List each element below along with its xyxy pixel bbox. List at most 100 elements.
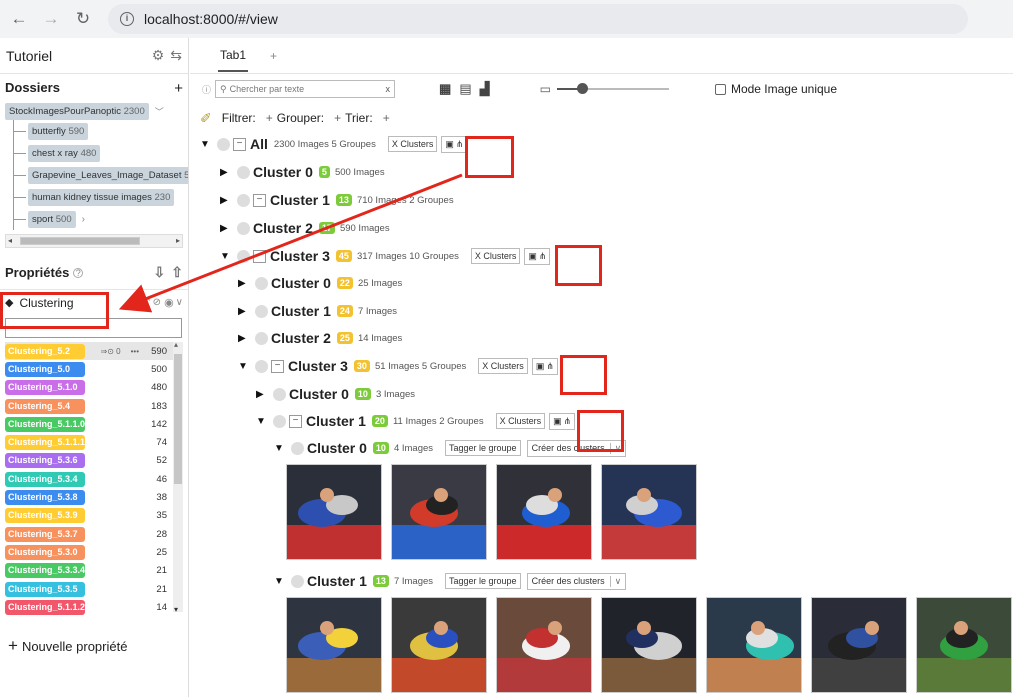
group-row[interactable]: ▼ − Cluster 3 45 317 Images 10 Groupes X Clus…: [220, 244, 551, 268]
folder-item-grapevine[interactable]: Grapevine_Leaves_Image_Dataset 5: [14, 164, 188, 186]
collapse-icon[interactable]: ▼: [256, 416, 270, 427]
scrollbar-thumb[interactable]: [20, 237, 140, 245]
property-value-item[interactable]: Clustering_5.1.1.1 74: [5, 433, 183, 451]
x-clusters-button[interactable]: X Clusters: [387, 136, 438, 152]
property-value-item[interactable]: Clustering_5.3.3.4 21: [5, 562, 183, 580]
address-bar[interactable]: i localhost:8000/#/view: [108, 4, 968, 34]
root-folder[interactable]: StockImagesPourPanoptic 2300: [5, 103, 149, 120]
expand-icon[interactable]: ▶: [220, 195, 234, 206]
property-value-item[interactable]: Clustering_5.3.7 28: [5, 525, 183, 543]
values-scrollbar-thumb[interactable]: [174, 354, 182, 484]
clear-search-icon[interactable]: x: [386, 84, 391, 94]
create-clusters-dropdown[interactable]: Créer des clusters ∨: [526, 572, 627, 590]
property-value-item[interactable]: Clustering_5.3.9 35: [5, 507, 183, 525]
expand-icon[interactable]: ▶: [220, 223, 234, 234]
add-group-button[interactable]: +: [334, 111, 341, 125]
collapse-group-icon[interactable]: −: [233, 137, 246, 151]
scroll-right-icon[interactable]: ▸: [176, 236, 180, 245]
image-size-slider[interactable]: ▭: [540, 82, 669, 96]
folder-item-butterfly[interactable]: butterfly 590: [14, 120, 188, 142]
property-value-item[interactable]: Clustering_5.2 ⇒⊙ 0 ••• 590: [5, 342, 183, 361]
add-folder-icon[interactable]: +: [174, 80, 183, 97]
group-row[interactable]: ▼ Cluster 0 10 4 Images Tagger le groupe Crée…: [274, 436, 627, 460]
image-thumbnail[interactable]: [916, 597, 1012, 693]
group-row[interactable]: ▶ Cluster 2 25 14 Images: [238, 326, 402, 350]
x-clusters-button[interactable]: X Clusters: [470, 248, 521, 264]
property-value-item[interactable]: Clustering_5.3.4 46: [5, 470, 183, 488]
save-clusters-button[interactable]: ▣ ⋔: [549, 412, 576, 430]
select-circle[interactable]: [273, 387, 286, 401]
select-circle[interactable]: [255, 276, 268, 290]
image-thumbnail[interactable]: [601, 464, 697, 560]
select-circle[interactable]: [291, 441, 304, 455]
values-scrollbar[interactable]: ▴ ▾: [173, 340, 183, 614]
reload-icon[interactable]: ↻: [70, 9, 96, 29]
add-tab-button[interactable]: +: [270, 49, 277, 63]
collapse-icon[interactable]: ▼: [200, 139, 214, 150]
add-sort-button[interactable]: +: [383, 111, 390, 125]
x-clusters-button[interactable]: X Clusters: [495, 413, 546, 429]
image-thumbnail[interactable]: [811, 597, 907, 693]
scroll-up-icon[interactable]: ▴: [174, 340, 178, 349]
add-filter-button[interactable]: +: [266, 111, 273, 125]
filter-icon[interactable]: ⊘: [153, 297, 161, 308]
folder-item-chest-x-ray[interactable]: chest x ray 480: [14, 142, 188, 164]
single-image-checkbox[interactable]: [714, 83, 726, 95]
image-thumbnail[interactable]: [601, 597, 697, 693]
group-row[interactable]: ▶ Cluster 1 24 7 Images: [238, 299, 397, 323]
select-circle[interactable]: [255, 304, 268, 318]
image-thumbnail[interactable]: [286, 464, 382, 560]
save-clusters-button[interactable]: ▣ ⋔: [524, 247, 551, 265]
property-value-item[interactable]: Clustering_5.1.1.0 142: [5, 415, 183, 433]
single-image-mode-toggle[interactable]: Mode Image unique: [714, 82, 837, 96]
slider-knob[interactable]: [576, 83, 588, 94]
expand-icon[interactable]: ▶: [238, 306, 252, 317]
property-value-item[interactable]: Clustering_5.4 183: [5, 397, 183, 415]
property-value-item[interactable]: Clustering_5.3.8 38: [5, 488, 183, 506]
select-circle[interactable]: [237, 249, 250, 263]
collapse-group-icon[interactable]: −: [271, 359, 284, 373]
new-property-button[interactable]: + Nouvelle propriété: [8, 636, 127, 656]
select-circle[interactable]: [255, 331, 268, 345]
group-row[interactable]: ▶ Cluster 0 5 500 Images: [220, 160, 385, 184]
image-thumbnail[interactable]: [391, 464, 487, 560]
collapse-group-icon[interactable]: −: [289, 414, 302, 428]
property-value-item[interactable]: Clustering_5.3.6 52: [5, 452, 183, 470]
group-row[interactable]: ▶ − Cluster 1 13 710 Images 2 Groupes: [220, 188, 454, 212]
property-value-item[interactable]: Clustering_5.1.0 480: [5, 379, 183, 397]
chevron-down-icon[interactable]: ﹀: [155, 105, 164, 118]
image-thumbnail[interactable]: [391, 597, 487, 693]
group-row[interactable]: ▼ − All 2300 Images 5 Groupes X Clusters ▣ ⋔: [200, 132, 468, 156]
export-icon[interactable]: ⇧: [171, 264, 183, 281]
table-view-icon[interactable]: ▤: [459, 81, 471, 97]
chevron-down-icon[interactable]: ∨: [176, 297, 183, 308]
select-circle[interactable]: [237, 221, 250, 235]
more-icon[interactable]: •••: [131, 347, 139, 356]
image-thumbnail[interactable]: [496, 464, 592, 560]
chevron-down-icon[interactable]: ∨: [609, 575, 621, 587]
image-thumbnail[interactable]: [286, 597, 382, 693]
group-row[interactable]: ▶ Cluster 0 22 25 Images: [238, 271, 402, 295]
folders-scrollbar[interactable]: ◂ ▸: [5, 234, 183, 248]
property-value-item[interactable]: Clustering_5.0 500: [5, 360, 183, 378]
save-clusters-button[interactable]: ▣ ⋔: [531, 357, 558, 375]
expand-icon[interactable]: ▶: [220, 167, 234, 178]
expand-icon[interactable]: ▶: [238, 278, 252, 289]
select-circle[interactable]: [237, 165, 250, 179]
folder-item-kidney[interactable]: human kidney tissue images 230: [14, 186, 188, 208]
select-circle[interactable]: [291, 574, 304, 588]
tag-group-button[interactable]: Tagger le groupe: [445, 440, 521, 456]
chevron-right-icon[interactable]: ›: [82, 214, 85, 225]
forward-icon[interactable]: →: [38, 9, 64, 29]
group-row[interactable]: ▶ Cluster 0 10 3 Images: [256, 382, 415, 406]
image-thumbnail[interactable]: [496, 597, 592, 693]
group-row[interactable]: ▼ Cluster 1 13 7 Images Tagger le groupe Crée…: [274, 569, 627, 593]
select-circle[interactable]: [217, 137, 230, 151]
property-value-item[interactable]: Clustering_5.3.0 25: [5, 543, 183, 561]
scroll-down-icon[interactable]: ▾: [174, 605, 178, 614]
info-icon[interactable]: i: [120, 12, 134, 26]
graph-view-icon[interactable]: ▟: [480, 81, 490, 97]
save-clusters-button[interactable]: ▣ ⋔: [441, 135, 468, 153]
back-icon[interactable]: ←: [6, 9, 32, 29]
image-thumbnail[interactable]: [706, 597, 802, 693]
